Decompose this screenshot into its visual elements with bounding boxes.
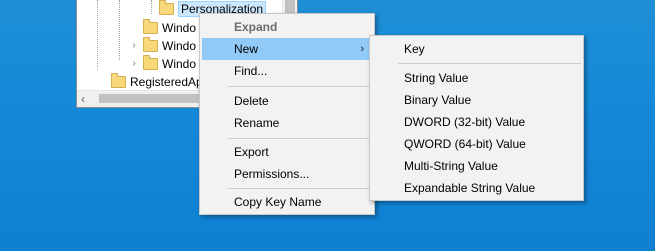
folder-icon [159,0,174,15]
menu-item-export[interactable]: Export [202,141,372,163]
tree-item-windows-2[interactable]: › Windo [129,36,196,55]
submenu-item-key[interactable]: Key [372,38,581,60]
menu-item-label: DWORD (32-bit) Value [404,115,526,129]
context-menu: Expand New › Find... Delete Rename Expor… [199,13,375,215]
tree-guide-line [151,0,152,14]
folder-icon [111,72,126,88]
chevron-right-icon[interactable]: › [129,40,139,52]
folder-icon [143,54,158,70]
menu-item-label: Export [234,145,269,159]
menu-item-copy-key-name[interactable]: Copy Key Name [202,191,372,213]
tree-item-windows-1[interactable]: Windo [143,18,196,37]
folder-icon [143,18,158,34]
tree-item-label: Windo [162,38,197,53]
tree-guide-line [119,0,120,60]
new-submenu: Key String Value Binary Value DWORD (32-… [369,35,584,201]
submenu-item-qword-value[interactable]: QWORD (64-bit) Value [372,133,581,155]
menu-item-label: QWORD (64-bit) Value [404,137,526,151]
tree-item-windows-3[interactable]: › Windo [129,54,196,73]
menu-item-label: String Value [404,71,469,85]
tree-item-label: Windo [162,20,197,35]
menu-item-label: Binary Value [404,93,472,107]
menu-item-rename[interactable]: Rename [202,112,372,134]
menu-item-label: Expandable String Value [404,181,536,195]
menu-item-new[interactable]: New › [202,38,372,60]
chevron-left-icon[interactable]: ‹ [81,92,85,106]
menu-item-label: Expand [234,20,278,34]
folder-icon [143,36,158,52]
menu-separator [228,86,372,87]
menu-item-label: Key [404,42,425,56]
menu-item-label: Copy Key Name [234,195,322,209]
tree-item-label: RegisteredAp [130,74,203,89]
menu-item-label: Multi-String Value [404,159,498,173]
submenu-item-dword-value[interactable]: DWORD (32-bit) Value [372,111,581,133]
menu-separator [228,138,372,139]
chevron-right-icon: › [360,43,364,55]
submenu-item-string-value[interactable]: String Value [372,67,581,89]
chevron-right-icon[interactable]: › [129,58,139,70]
menu-item-label: Rename [234,116,280,130]
menu-item-delete[interactable]: Delete [202,90,372,112]
tree-item-registeredapplications[interactable]: RegisteredAp [111,72,203,91]
submenu-item-multi-string-value[interactable]: Multi-String Value [372,155,581,177]
menu-item-find[interactable]: Find... [202,60,372,82]
menu-item-label: Find... [234,64,268,78]
menu-item-permissions[interactable]: Permissions... [202,163,372,185]
submenu-item-expandable-string-value[interactable]: Expandable String Value [372,177,581,199]
menu-separator [398,63,581,64]
menu-separator [228,188,372,189]
menu-item-label: New [234,42,259,56]
tree-item-label: Windo [162,56,197,71]
menu-item-expand: Expand [202,16,372,38]
submenu-item-binary-value[interactable]: Binary Value [372,89,581,111]
tree-guide-line [97,0,98,70]
menu-item-label: Delete [234,94,269,108]
menu-item-label: Permissions... [234,167,310,181]
